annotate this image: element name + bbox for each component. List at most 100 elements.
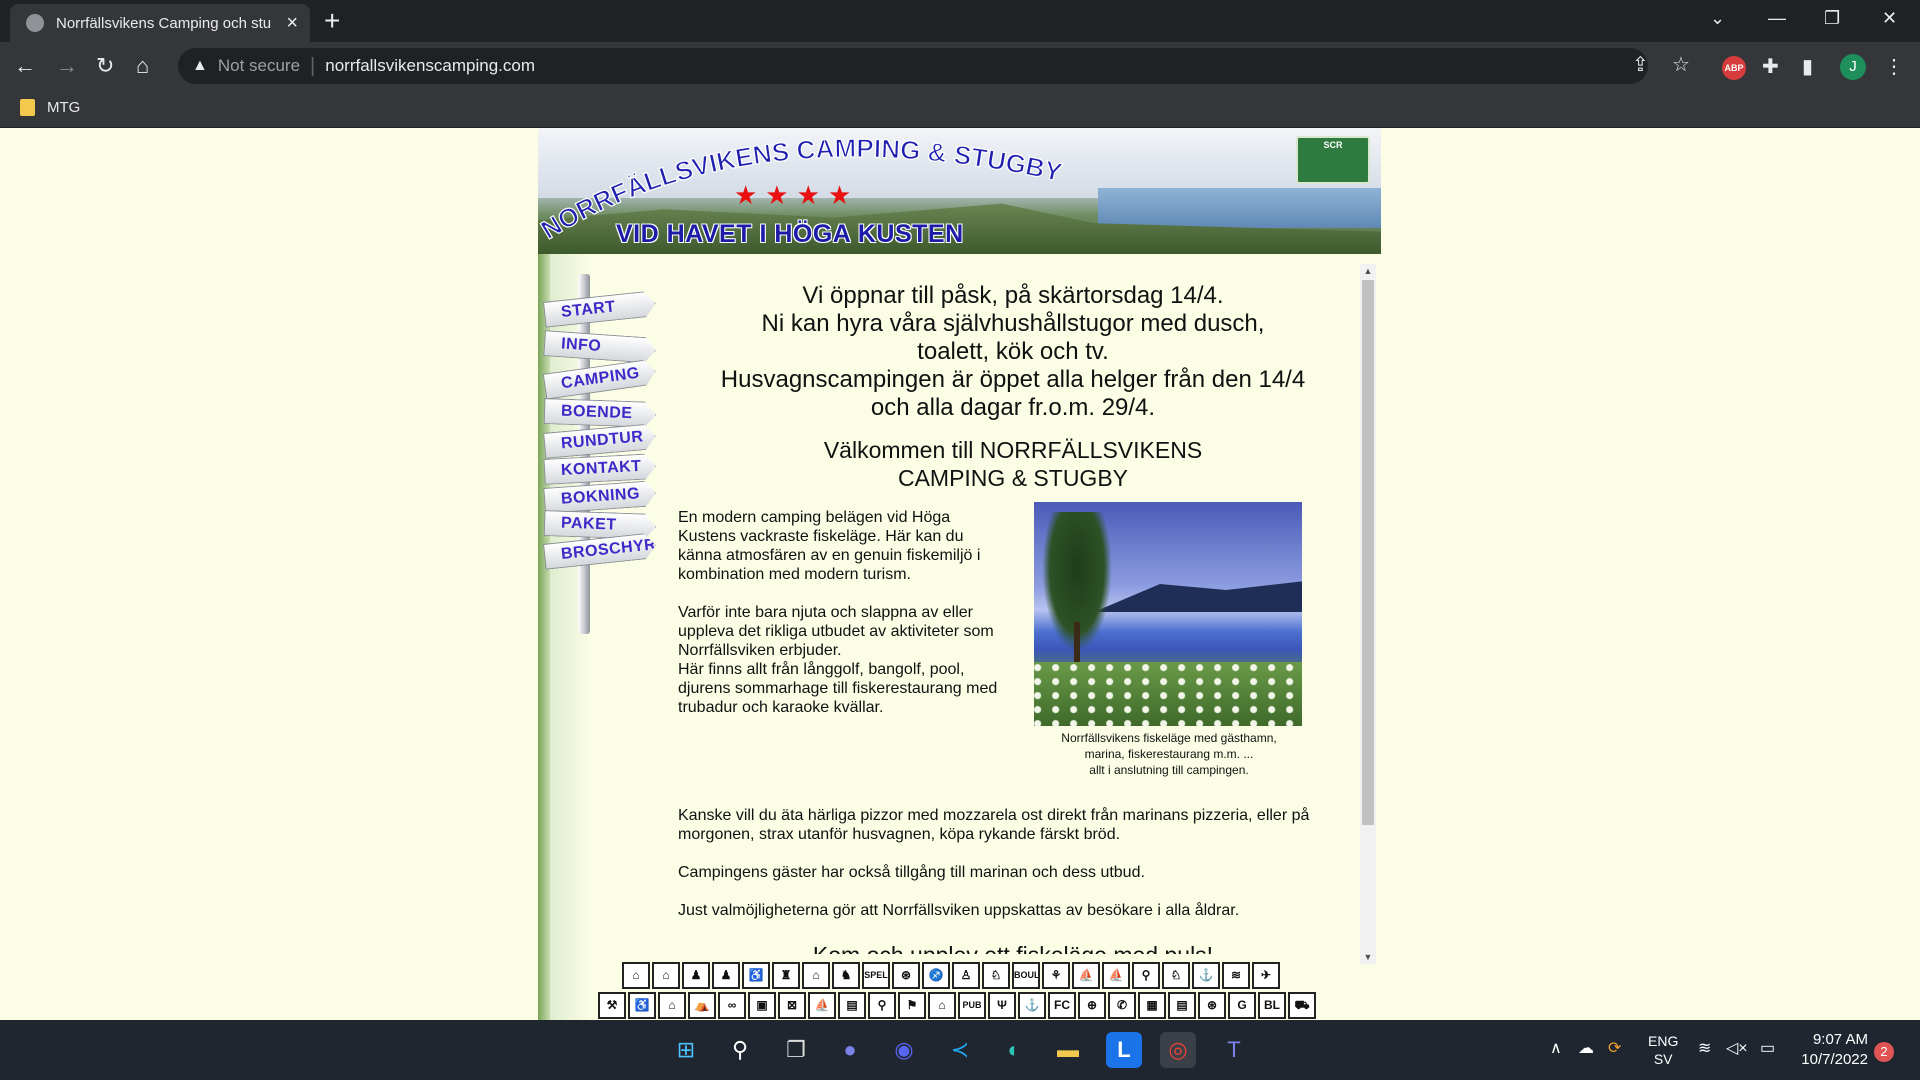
facility-icon: ✈ — [1252, 962, 1280, 989]
sync-icon[interactable]: ⟳ — [1608, 1038, 1621, 1058]
browser-tab[interactable]: Norrfällsvikens Camping och stu × — [10, 4, 310, 42]
facility-icon: ⚑ — [898, 992, 926, 1019]
nav-rundtur[interactable]: RUNDTUR — [543, 423, 657, 459]
nav-kontakt[interactable]: KONTAKT — [543, 453, 656, 485]
l-app-icon[interactable]: L — [1106, 1032, 1142, 1068]
url-text[interactable]: norrfallsvikenscamping.com — [325, 56, 535, 76]
close-window-button[interactable]: ✕ — [1882, 6, 1897, 30]
facility-icon: ⛵ — [1102, 962, 1130, 989]
banner-subtitle: VID HAVET I HÖGA KUSTEN — [616, 220, 964, 248]
facility-icon: ⊛ — [892, 962, 920, 989]
edge-icon[interactable]: ◐ — [996, 1032, 1032, 1068]
paragraph-pizza: Kanske vill du äta härliga pizzor med mo… — [678, 807, 1310, 843]
menu-kebab-icon[interactable]: ⋮ — [1884, 54, 1904, 79]
windows-taskbar: ⊞ ⚲ ❐ ● ◉ ≺ ◐ ▬ L ◎ T ∧ ☁ ⟳ ENG SV ≋ ◁× … — [0, 1020, 1920, 1080]
restore-button[interactable]: ❐ — [1824, 6, 1840, 30]
chrome-icon[interactable]: ◎ — [1160, 1032, 1196, 1068]
new-tab-button[interactable]: + — [324, 6, 340, 36]
photo-hill — [1094, 580, 1302, 612]
facility-icon: ♐ — [922, 962, 950, 989]
nav-boende[interactable]: BOENDE — [544, 398, 657, 428]
scroll-up-arrow[interactable]: ▲ — [1360, 264, 1376, 278]
opening-announcement: Vi öppnar till påsk, på skärtorsdag 14/4… — [678, 282, 1348, 422]
notification-badge[interactable]: 2 — [1874, 1042, 1894, 1062]
lang-secondary: SV — [1653, 1051, 1673, 1067]
close-tab-icon[interactable]: × — [286, 13, 298, 33]
caption-line: allt i anslutning till campingen. — [1089, 763, 1249, 777]
intro-section: En modern camping belägen vid Höga Kuste… — [678, 502, 1348, 792]
warning-icon: ▲ — [192, 57, 208, 74]
nav-bokning[interactable]: BOKNING — [543, 480, 657, 514]
facility-icon: Ψ — [988, 992, 1016, 1019]
frame-scrollbar[interactable]: ▲ ▼ — [1360, 264, 1376, 964]
announcement-line: Ni kan hyra våra självhushållstugor med … — [761, 310, 1265, 337]
scroll-thumb[interactable] — [1362, 280, 1374, 825]
clock-time: 9:07 AM — [1812, 1031, 1868, 1048]
extensions-puzzle-icon[interactable]: ✚ — [1762, 54, 1779, 79]
scr-logo-text: SCR — [1323, 140, 1343, 150]
nav-label: BOENDE — [560, 402, 633, 423]
bookmark-folder-mtg[interactable]: MTG — [20, 99, 80, 116]
intro-paragraph: Här finns allt från långgolf, bangolf, p… — [678, 661, 998, 716]
facility-icon: ⛟ — [1288, 992, 1316, 1019]
speaker-muted-icon[interactable]: ◁× — [1726, 1038, 1748, 1058]
onedrive-cloud-icon[interactable]: ☁ — [1578, 1038, 1594, 1058]
nav-start[interactable]: START — [543, 290, 657, 328]
tab-search-icon[interactable]: ⌄ — [1710, 6, 1725, 30]
back-arrow-icon[interactable]: ← — [14, 52, 36, 80]
side-panel-icon[interactable]: ▮ — [1802, 54, 1813, 79]
site-banner: NORRFÄLLSVIKENS CAMPING & STUGBY ★★★★ VI… — [538, 128, 1381, 254]
nav-label: KONTAKT — [560, 457, 642, 480]
chat-icon[interactable]: ● — [832, 1032, 868, 1068]
facility-icon: ⌂ — [622, 962, 650, 989]
nav-info[interactable]: INFO — [543, 330, 657, 364]
battery-icon[interactable]: ▭ — [1760, 1038, 1775, 1058]
adblock-extension-icon[interactable]: ABP — [1722, 56, 1746, 80]
divider: | — [310, 54, 316, 77]
nav-label: BOKNING — [560, 485, 641, 508]
caption-line: Norrfällsvikens fiskeläge med gästhamn, — [1061, 731, 1277, 745]
file-explorer-icon[interactable]: ▬ — [1050, 1032, 1086, 1068]
system-clock[interactable]: 9:07 AM 10/7/2022 — [1788, 1030, 1868, 1070]
reload-icon[interactable]: ↻ — [96, 52, 114, 80]
cutoff-heading: Kom och upplev ett fiskeläge med puls! — [678, 942, 1348, 954]
facility-icon: SPEL — [862, 962, 890, 989]
nav-camping[interactable]: CAMPING — [543, 358, 658, 399]
facility-icon: ✆ — [1108, 992, 1136, 1019]
facility-icon: ≋ — [1222, 962, 1250, 989]
share-icon[interactable]: ⇪ — [1632, 52, 1649, 77]
search-icon[interactable]: ⚲ — [722, 1032, 758, 1068]
address-bar[interactable]: ▲ Not secure | norrfallsvikenscamping.co… — [178, 48, 1648, 84]
facility-icon: ♘ — [982, 962, 1010, 989]
facility-icon: ⛵ — [1072, 962, 1100, 989]
facility-icon: ⛵ — [808, 992, 836, 1019]
globe-icon — [26, 14, 44, 32]
language-indicator[interactable]: ENG SV — [1648, 1032, 1678, 1068]
intro-text: En modern camping belägen vid Höga Kuste… — [678, 508, 998, 717]
facility-icon: ♟ — [712, 962, 740, 989]
facility-icon: ⚲ — [868, 992, 896, 1019]
details-section: Kanske vill du äta härliga pizzor med mo… — [678, 806, 1348, 920]
facility-icon: ⚲ — [1132, 962, 1160, 989]
nav-label: BROSCHYR — [560, 536, 658, 564]
announcement-line: Vi öppnar till påsk, på skärtorsdag 14/4… — [802, 282, 1224, 309]
bookmark-star-icon[interactable]: ☆ — [1672, 52, 1690, 77]
vscode-icon[interactable]: ≺ — [942, 1032, 978, 1068]
task-view-icon[interactable]: ❐ — [778, 1032, 814, 1068]
announcement-line: och alla dagar fr.o.m. 29/4. — [870, 394, 1156, 421]
profile-avatar[interactable]: J — [1840, 54, 1866, 80]
start-windows-icon[interactable]: ⊞ — [668, 1032, 704, 1068]
discord-icon[interactable]: ◉ — [886, 1032, 922, 1068]
facility-icons-row-2: ⚒ ♿ ⌂ ⛺ ∞ ▣ ⊠ ⛵ ▤ ⚲ ⚑ ⌂ PUB Ψ ⚓ FC ⊕ ✆ ▦ ▤ ⊛ G BL ⛟ — [598, 992, 1316, 1020]
tray-chevron-icon[interactable]: ∧ — [1550, 1038, 1562, 1058]
tab-title: Norrfällsvikens Camping och stu — [56, 14, 272, 32]
forward-arrow-icon[interactable]: → — [56, 52, 78, 80]
home-icon[interactable]: ⌂ — [136, 52, 149, 80]
facility-icon: ⌂ — [802, 962, 830, 989]
facility-icon: ⚒ — [598, 992, 626, 1019]
wifi-icon[interactable]: ≋ — [1698, 1038, 1711, 1058]
minimize-button[interactable]: — — [1768, 6, 1786, 30]
scroll-down-arrow[interactable]: ▼ — [1360, 950, 1376, 964]
teams-icon[interactable]: T — [1216, 1032, 1252, 1068]
signpost-nav: START INFO CAMPING BOENDE RUNDTUR KONTAK… — [538, 274, 668, 654]
